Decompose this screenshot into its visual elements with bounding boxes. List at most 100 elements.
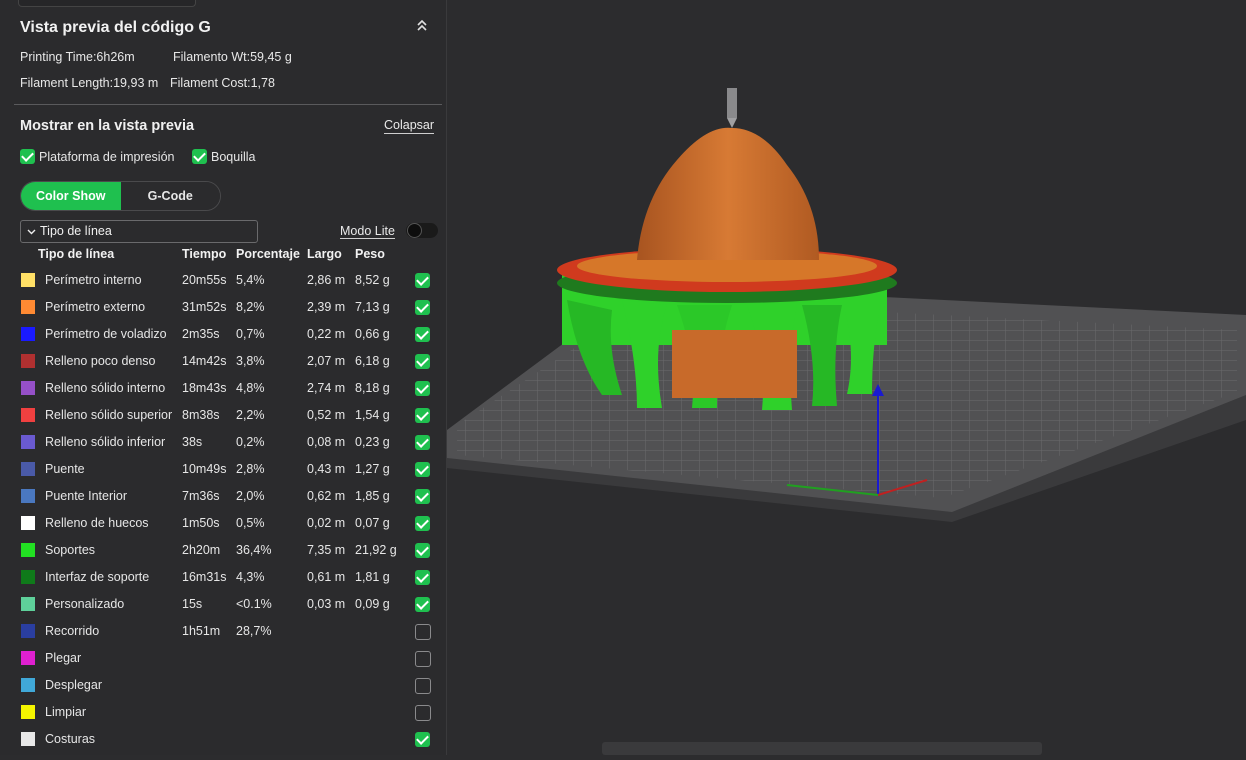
weight-cell: 0,66 g <box>355 327 390 341</box>
visibility-checkbox[interactable] <box>415 732 430 747</box>
line-type-name: Relleno poco denso <box>45 354 156 368</box>
layer-slider-track[interactable] <box>602 742 1042 755</box>
visibility-checkbox[interactable] <box>415 273 430 288</box>
table-row: Personalizado 15s <0.1% 0,03 m 0,09 g <box>0 591 446 618</box>
line-type-name: Perímetro externo <box>45 300 146 314</box>
line-type-name: Interfaz de soporte <box>45 570 150 584</box>
line-type-name: Relleno sólido superior <box>45 408 173 422</box>
tab-color-show[interactable]: Color Show <box>21 182 121 210</box>
table-row: Recorrido 1h51m 28,7% <box>0 618 446 645</box>
option-build-plate[interactable]: Plataforma de impresión <box>20 149 174 164</box>
visibility-checkbox[interactable] <box>415 678 431 694</box>
length-cell: 0,43 m <box>307 462 346 476</box>
visibility-checkbox[interactable] <box>415 597 430 612</box>
time-cell: 38s <box>182 435 203 449</box>
length-cell: 0,08 m <box>307 435 346 449</box>
line-type-name: Relleno de huecos <box>45 516 149 530</box>
visibility-checkbox[interactable] <box>415 651 431 667</box>
percent-cell: <0.1% <box>236 597 272 611</box>
color-swatch <box>21 381 35 395</box>
time-cell: 15s <box>182 597 203 611</box>
length-cell: 0,61 m <box>307 570 346 584</box>
color-swatch <box>21 732 35 746</box>
time-cell: 7m36s <box>182 489 220 503</box>
line-type-name: Costuras <box>45 732 96 746</box>
table-row: Perímetro externo 31m52s 8,2% 2,39 m 7,13 g <box>0 294 446 321</box>
visibility-checkbox[interactable] <box>415 489 430 504</box>
weight-cell: 1,27 g <box>355 462 390 476</box>
visibility-checkbox[interactable] <box>415 435 430 450</box>
double-chevron-up-icon[interactable] <box>414 18 430 38</box>
stat-filament-cost: Filament Cost:1,78 <box>170 76 275 90</box>
lite-mode-label: Modo Lite <box>340 224 395 239</box>
visibility-checkbox[interactable] <box>415 516 430 531</box>
length-cell: 0,03 m <box>307 597 346 611</box>
percent-cell: 0,7% <box>236 327 265 341</box>
option-label: Boquilla <box>211 149 256 164</box>
3d-viewport[interactable] <box>447 0 1246 755</box>
visibility-checkbox[interactable] <box>415 570 430 585</box>
time-cell: 20m55s <box>182 273 227 287</box>
col-header-type: Tipo de línea <box>38 247 115 261</box>
color-swatch <box>21 462 35 476</box>
time-cell: 8m38s <box>182 408 220 422</box>
table-row: Puente Interior 7m36s 2,0% 0,62 m 1,85 g <box>0 483 446 510</box>
line-type-name: Soportes <box>45 543 96 557</box>
col-header-percent: Porcentaje <box>236 247 300 261</box>
gcode-preview-panel: Vista previa del código G Printing Time:… <box>0 0 447 755</box>
visibility-checkbox[interactable] <box>415 300 430 315</box>
visibility-checkbox[interactable] <box>415 543 430 558</box>
line-type-dropdown[interactable]: Tipo de línea <box>20 220 258 243</box>
percent-cell: 8,2% <box>236 300 265 314</box>
percent-cell: 3,8% <box>236 354 265 368</box>
checkbox-build-plate[interactable] <box>20 149 35 164</box>
visibility-checkbox[interactable] <box>415 462 430 477</box>
table-row: Desplegar <box>0 672 446 699</box>
collapse-link[interactable]: Colapsar <box>384 118 435 134</box>
line-type-name: Limpiar <box>45 705 86 719</box>
visibility-checkbox[interactable] <box>415 705 431 721</box>
visibility-checkbox[interactable] <box>415 381 430 396</box>
visibility-checkbox[interactable] <box>415 624 431 640</box>
table-row: Soportes 2h20m 36,4% 7,35 m 21,92 g <box>0 537 446 564</box>
percent-cell: 2,8% <box>236 462 265 476</box>
line-type-name: Desplegar <box>45 678 102 692</box>
option-nozzle[interactable]: Boquilla <box>192 149 255 164</box>
weight-cell: 0,23 g <box>355 435 390 449</box>
color-swatch <box>21 327 35 341</box>
top-tab-stub <box>18 0 196 7</box>
lite-mode-switch[interactable] <box>406 223 438 238</box>
percent-cell: 2,2% <box>236 408 265 422</box>
line-type-name: Perímetro interno <box>45 273 142 287</box>
divider <box>14 104 442 105</box>
color-swatch <box>21 678 35 692</box>
line-type-name: Plegar <box>45 651 82 665</box>
time-cell: 31m52s <box>182 300 227 314</box>
stat-filament-weight: Filamento Wt:59,45 g <box>173 50 292 64</box>
line-type-name: Puente <box>45 462 85 476</box>
length-cell: 7,35 m <box>307 543 346 557</box>
option-label: Plataforma de impresión <box>39 149 175 164</box>
table-row: Costuras <box>0 726 446 753</box>
checkbox-nozzle[interactable] <box>192 149 207 164</box>
length-cell: 0,22 m <box>307 327 346 341</box>
table-row: Relleno de huecos 1m50s 0,5% 0,02 m 0,07 g <box>0 510 446 537</box>
time-cell: 10m49s <box>182 462 227 476</box>
line-type-name: Perímetro de voladizo <box>45 327 167 341</box>
panel-title: Vista previa del código G <box>20 19 211 36</box>
tab-gcode[interactable]: G-Code <box>120 182 220 210</box>
table-row: Relleno sólido interno 18m43s 4,8% 2,74 m 8,… <box>0 375 446 402</box>
table-row: Interfaz de soporte 16m31s 4,3% 0,61 m 1,81 … <box>0 564 446 591</box>
color-swatch <box>21 300 35 314</box>
color-swatch <box>21 597 35 611</box>
line-type-name: Puente Interior <box>45 489 127 503</box>
visibility-checkbox[interactable] <box>415 354 430 369</box>
line-type-name: Relleno sólido inferior <box>45 435 166 449</box>
percent-cell: 4,8% <box>236 381 265 395</box>
visibility-checkbox[interactable] <box>415 327 430 342</box>
length-cell: 2,86 m <box>307 273 346 287</box>
weight-cell: 1,85 g <box>355 489 390 503</box>
visibility-checkbox[interactable] <box>415 408 430 423</box>
color-swatch <box>21 543 35 557</box>
col-header-length: Largo <box>307 247 342 261</box>
